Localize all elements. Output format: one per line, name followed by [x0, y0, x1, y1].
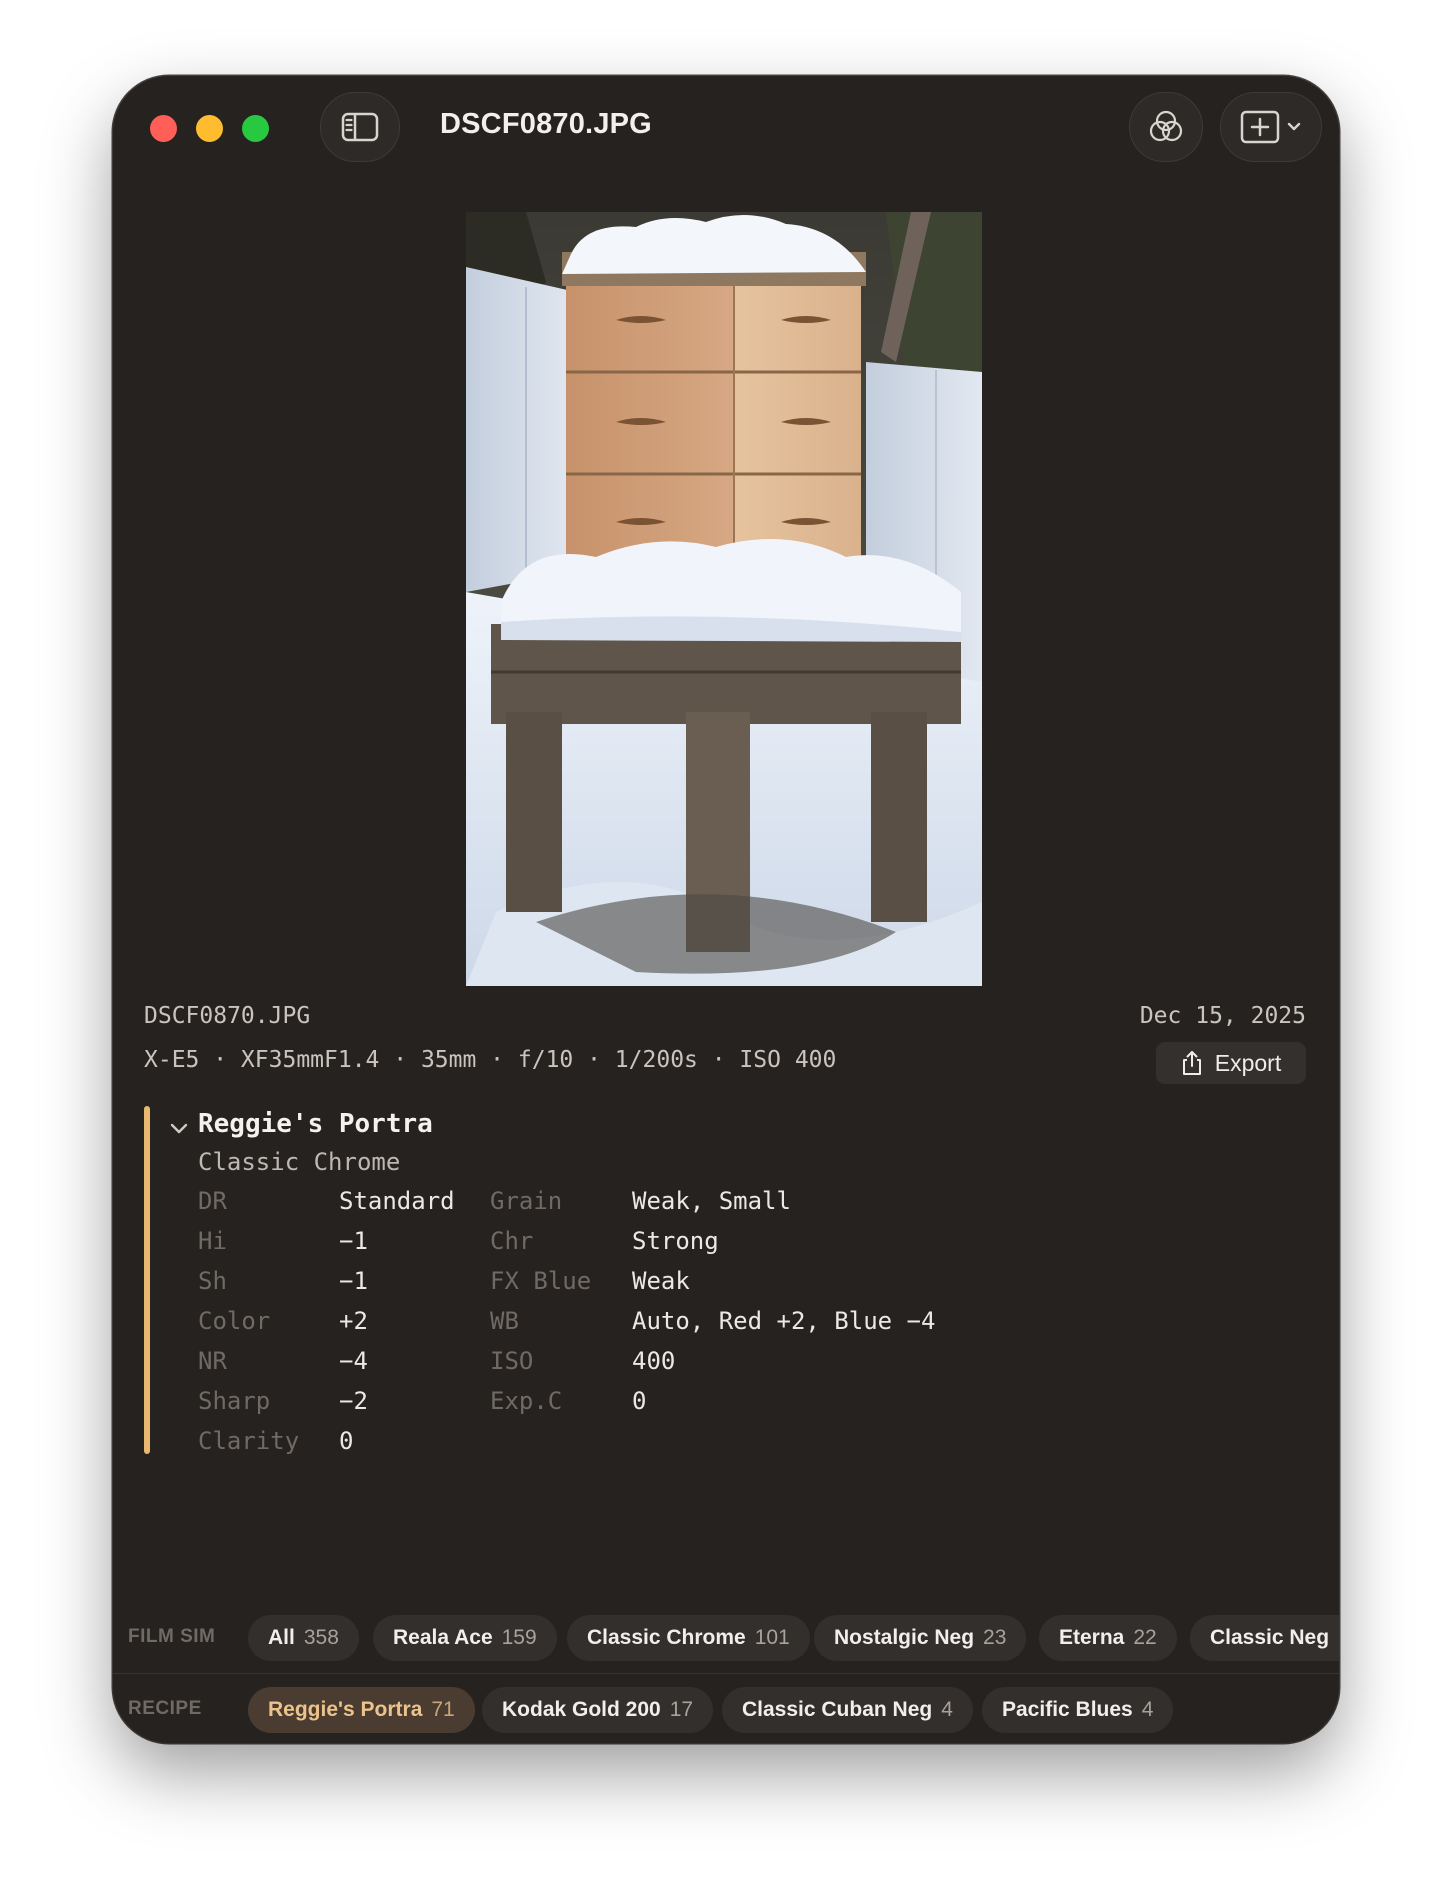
- chip-count: 4: [1141, 1698, 1154, 1721]
- chip-label: Classic Cuban Neg: [742, 1698, 933, 1721]
- film-sim-chip[interactable]: All 358: [248, 1615, 359, 1661]
- recipe-title[interactable]: Reggie's Portra: [198, 1109, 433, 1139]
- chip-count: 101: [754, 1626, 790, 1649]
- chip-label: Nostalgic Neg: [834, 1626, 975, 1649]
- chip-label: Eterna: [1059, 1626, 1125, 1649]
- setting-key: NR: [198, 1347, 227, 1375]
- recipe-label: RECIPE: [128, 1698, 202, 1719]
- recipe-chip-active[interactable]: Reggie's Portra 71: [248, 1687, 475, 1733]
- window-title: DSCF0870.JPG: [440, 108, 652, 140]
- chip-count: 4: [941, 1698, 953, 1721]
- setting-value: −2: [339, 1387, 368, 1415]
- film-sim-label: FILM SIM: [128, 1626, 216, 1647]
- recipe-accent-bar: [144, 1106, 150, 1454]
- share-icon: [1182, 1051, 1201, 1075]
- chevron-down-icon[interactable]: [169, 1122, 189, 1136]
- chip-label: Kodak Gold 200: [502, 1698, 661, 1721]
- setting-key: Sh: [198, 1267, 227, 1295]
- setting-value: Weak: [632, 1267, 690, 1295]
- app-window: DSCF0870.JPG DSCF0870.JPG Dec 15, 2025 X…: [113, 76, 1339, 1743]
- setting-key: Sharp: [198, 1387, 271, 1415]
- close-window-button[interactable]: [150, 115, 177, 142]
- setting-value: −1: [339, 1227, 368, 1255]
- setting-value: +2: [339, 1307, 368, 1335]
- recipe-filter-bar: RECIPE Reggie's Portra 71 Kodak Gold 200…: [113, 1673, 1339, 1743]
- setting-value: −4: [339, 1347, 368, 1375]
- setting-key: Chr: [490, 1227, 534, 1255]
- sidebar-icon: [341, 112, 379, 142]
- setting-value: −1: [339, 1267, 368, 1295]
- chip-count: 23: [983, 1626, 1007, 1649]
- film-sim-chip[interactable]: Classic Chrome 101: [567, 1615, 810, 1661]
- setting-key: Grain: [490, 1187, 563, 1215]
- setting-value: 0: [339, 1427, 354, 1455]
- chip-label: Pacific Blues: [1002, 1698, 1133, 1721]
- chip-label: Classic Chrome: [587, 1626, 746, 1649]
- setting-key: ISO: [490, 1347, 534, 1375]
- film-sim-chip[interactable]: Classic Neg 1: [1190, 1615, 1339, 1661]
- export-button[interactable]: Export: [1156, 1042, 1306, 1084]
- chip-count: 17: [669, 1698, 694, 1721]
- export-label: Export: [1214, 1049, 1282, 1076]
- chip-count: 22: [1133, 1626, 1157, 1649]
- setting-value: Auto, Red +2, Blue −4: [632, 1307, 936, 1335]
- setting-key: Color: [198, 1307, 271, 1335]
- recipe-chip[interactable]: Classic Cuban Neg 4: [722, 1687, 973, 1733]
- zoom-window-button[interactable]: [242, 115, 269, 142]
- chip-label: All: [268, 1626, 295, 1649]
- setting-key: WB: [490, 1307, 519, 1335]
- chip-count: 1: [1338, 1626, 1339, 1650]
- film-sim-chip[interactable]: Reala Ace 159: [373, 1615, 557, 1661]
- chip-count: 71: [431, 1698, 455, 1721]
- setting-value: Standard: [339, 1187, 455, 1215]
- setting-key: Hi: [198, 1227, 227, 1255]
- setting-key: DR: [198, 1187, 227, 1215]
- chip-label: Reala Ace: [393, 1626, 493, 1649]
- chip-label: Reggie's Portra: [268, 1698, 423, 1721]
- photo-date: Dec 15, 2025: [1139, 1003, 1306, 1029]
- setting-value: Weak, Small: [632, 1187, 791, 1215]
- setting-key: Clarity: [198, 1427, 300, 1455]
- film-sim-chip[interactable]: Eterna 22: [1039, 1615, 1177, 1661]
- overlap-circles-icon: [1149, 110, 1183, 142]
- chip-count: 159: [501, 1626, 537, 1649]
- setting-key: FX Blue: [490, 1267, 592, 1295]
- add-menu-button[interactable]: [1220, 92, 1322, 162]
- recipe-chip[interactable]: Kodak Gold 200 17: [482, 1687, 714, 1733]
- film-filter-button[interactable]: [1129, 92, 1203, 162]
- setting-value: Strong: [632, 1227, 719, 1255]
- recipe-film-simulation: Classic Chrome: [198, 1148, 401, 1176]
- plus-square-icon: [1240, 110, 1280, 144]
- recipe-chip[interactable]: Pacific Blues 4: [982, 1687, 1174, 1733]
- photo-preview[interactable]: [466, 212, 982, 986]
- film-sim-chip[interactable]: Nostalgic Neg 23: [814, 1615, 1027, 1661]
- photo-exif: X-E5 · XF35mmF1.4 · 35mm · f/10 · 1/200s…: [144, 1047, 837, 1073]
- photo-filename: DSCF0870.JPG: [144, 1003, 311, 1029]
- film-sim-filter-bar: FILM SIM All 358 Reala Ace 159 Classic C…: [113, 1601, 1339, 1674]
- setting-key: Exp.C: [490, 1387, 563, 1415]
- chip-label: Classic Neg: [1210, 1626, 1330, 1649]
- toggle-sidebar-button[interactable]: [320, 92, 400, 162]
- chevron-down-icon: [1287, 122, 1301, 131]
- setting-value: 0: [632, 1387, 647, 1415]
- setting-value: 400: [632, 1347, 676, 1375]
- minimize-window-button[interactable]: [196, 115, 223, 142]
- chip-count: 358: [303, 1626, 339, 1649]
